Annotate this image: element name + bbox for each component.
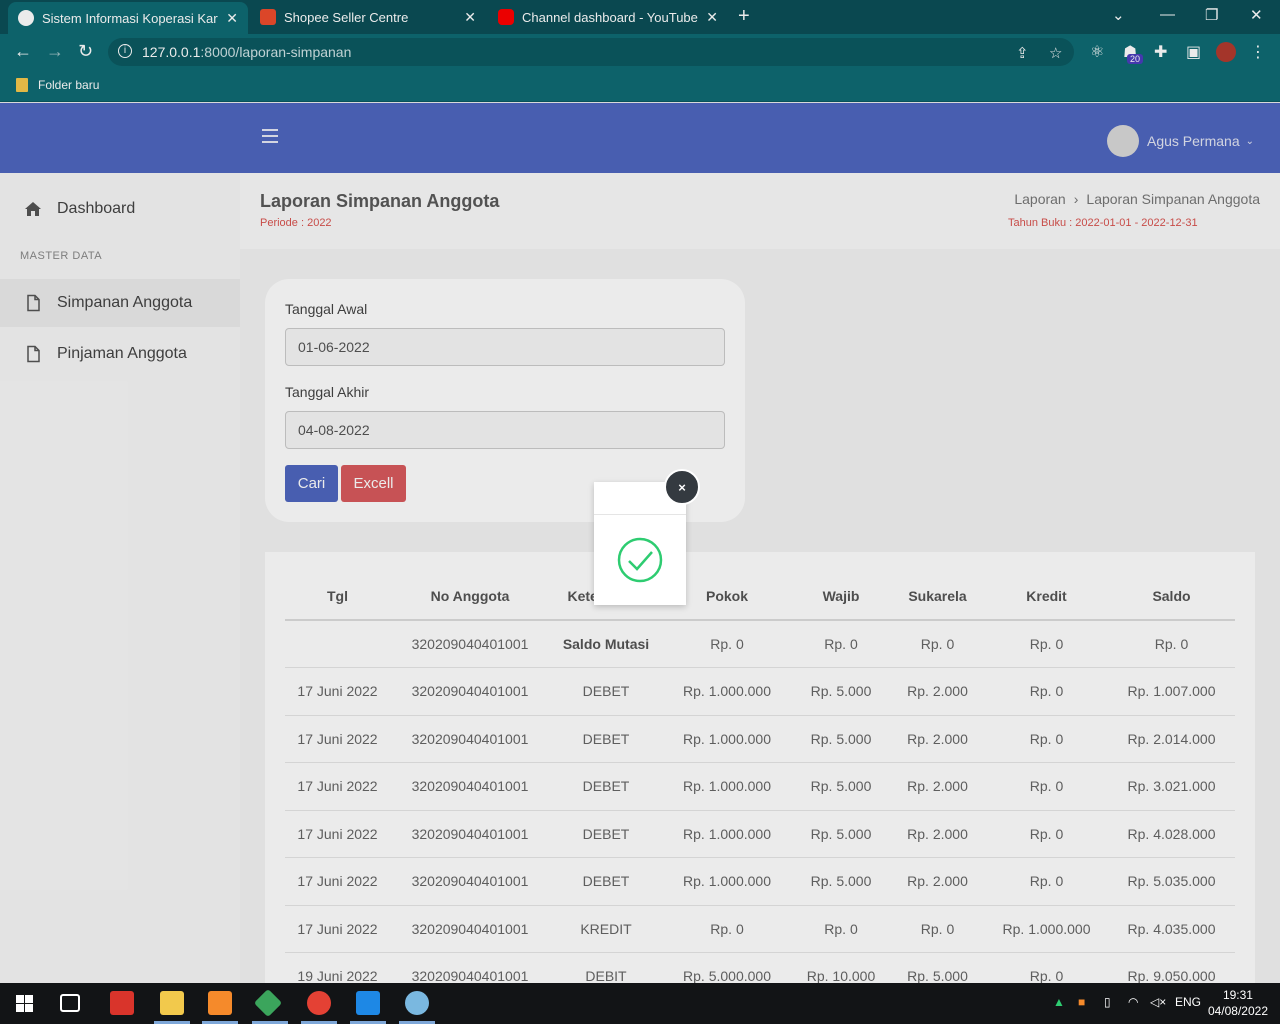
git-icon[interactable] <box>253 988 283 1018</box>
tray-xampp-icon[interactable]: ■ <box>1078 995 1085 1009</box>
paint-icon[interactable] <box>405 991 429 1015</box>
windows-start-icon[interactable] <box>16 995 33 1012</box>
file-explorer-icon[interactable] <box>160 991 184 1015</box>
xampp-icon[interactable] <box>208 991 232 1015</box>
tray-drive-icon[interactable]: ▲ <box>1053 995 1065 1009</box>
task-view-icon[interactable] <box>60 994 80 1012</box>
language-indicator[interactable]: ENG <box>1175 995 1201 1009</box>
chrome-icon[interactable] <box>307 991 331 1015</box>
tray-usb-icon[interactable]: ▯ <box>1104 995 1111 1009</box>
system-clock[interactable]: 19:31 04/08/2022 <box>1208 987 1268 1019</box>
taskbar: ▲ ■ ▯ ◠ ◁× ENG 19:31 04/08/2022 <box>0 983 1280 1024</box>
wifi-icon[interactable]: ◠ <box>1128 995 1138 1009</box>
vscode-icon[interactable] <box>356 991 380 1015</box>
modal-close-button[interactable]: × <box>664 469 700 505</box>
volume-muted-icon[interactable]: ◁× <box>1150 995 1166 1009</box>
clock-time: 19:31 <box>1222 988 1253 1002</box>
wps-office-icon[interactable] <box>110 991 134 1015</box>
check-circle-icon <box>617 537 663 583</box>
clock-date: 04/08/2022 <box>1207 1004 1268 1018</box>
